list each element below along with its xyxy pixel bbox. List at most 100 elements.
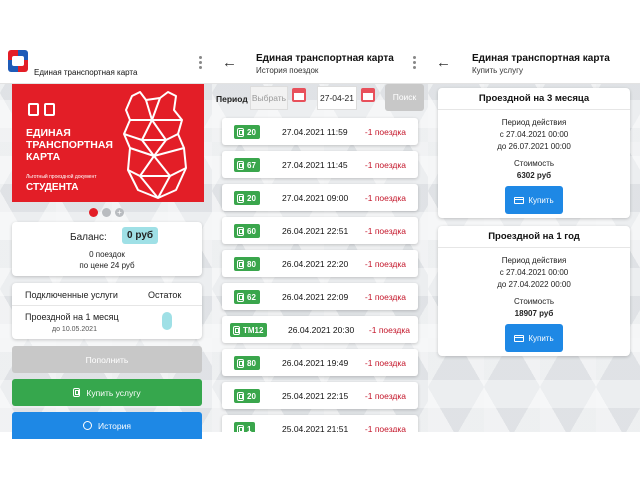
offer-card: Проездной на 1 год Период действия с 27.04… (438, 226, 630, 356)
trip-row[interactable]: ТМ12 26.04.2021 20:30 -1 поездка (222, 316, 418, 343)
buy-button[interactable]: Купить (505, 186, 563, 214)
transport-card[interactable]: ЕДИНАЯ ТРАНСПОРТНАЯ КАРТА Льготный проез… (12, 84, 204, 202)
trip-count: -1 поездка (364, 127, 406, 137)
trip-row[interactable]: 20 27.04.2021 09:00 -1 поездка (222, 184, 418, 211)
trip-row[interactable]: 80 26.04.2021 22:20 -1 поездка (222, 250, 418, 277)
period-filter: Период Выбрать 27-04-21 Поиск (212, 84, 428, 112)
trip-datetime: 26.04.2021 19:49 (282, 358, 349, 368)
tram-icon (44, 103, 55, 116)
bus-icon (28, 103, 39, 116)
calendar-icon[interactable] (292, 88, 306, 102)
bus-icon (237, 358, 244, 368)
pager-dot[interactable] (102, 208, 111, 217)
period-to: до 26.07.2021 00:00 (497, 142, 571, 151)
route-badge: 80 (234, 257, 260, 271)
route-number: 80 (247, 259, 256, 269)
trip-price: по цене 24 руб (79, 261, 135, 270)
services-header: Подключенные услуги (25, 290, 118, 300)
trip-count: -1 поездка (364, 160, 406, 170)
card-title-line1: ЕДИНАЯ (26, 127, 71, 139)
period-label: Период действия (501, 256, 567, 265)
history-subtitle: История поездок (256, 66, 319, 75)
history-icon (83, 421, 93, 430)
buy-label: Купить (528, 333, 554, 343)
trip-datetime: 27.04.2021 11:45 (282, 160, 348, 170)
date-from-input[interactable]: Выбрать (250, 86, 288, 110)
bus-icon (73, 388, 81, 397)
trip-row[interactable]: 62 26.04.2021 22:09 -1 поездка (222, 283, 418, 310)
route-badge: 20 (234, 191, 260, 205)
trip-datetime: 26.04.2021 22:20 (282, 259, 349, 269)
bus-icon (237, 259, 244, 269)
balance-panel: Баланс: 0 руб 0 поездок по цене 24 руб (12, 222, 202, 276)
credit-card-icon (514, 196, 525, 204)
offer-title: Проездной на 3 месяца (438, 88, 630, 110)
date-to-input[interactable]: 27-04-21 (317, 86, 357, 110)
cost-label: Стоимость (513, 297, 555, 306)
back-arrow-icon[interactable]: ← (436, 55, 451, 70)
route-badge: ТМ12 (230, 323, 268, 337)
pager-dot-active[interactable] (89, 208, 98, 217)
search-button[interactable]: Поиск (385, 84, 424, 111)
route-badge: 62 (234, 290, 260, 304)
buy-subtitle: Купить услугу (472, 66, 524, 75)
card-title-line2: ТРАНСПОРТНАЯ (26, 139, 113, 151)
trip-row[interactable]: 1 25.04.2021 21:51 -1 поездка (222, 415, 418, 432)
trip-datetime: 26.04.2021 22:09 (282, 292, 349, 302)
trip-row[interactable]: 20 25.04.2021 22:15 -1 поездка (222, 382, 418, 409)
buy-service-button[interactable]: Купить услугу (12, 379, 202, 406)
trip-count: -1 поездка (364, 259, 406, 269)
trip-datetime: 26.04.2021 22:51 (282, 226, 349, 236)
remainder-header: Остаток (148, 290, 182, 300)
buy-header: ← Единая транспортная карта Купить услуг… (428, 44, 640, 84)
route-number: 60 (247, 226, 256, 236)
trip-datetime: 27.04.2021 09:00 (282, 193, 349, 203)
more-menu-icon[interactable] (413, 56, 417, 71)
bus-icon (237, 193, 244, 203)
bear-logo-icon (123, 91, 187, 199)
trip-count: -1 поездка (364, 358, 406, 368)
card-doc-label: Льготный проездной документ (26, 174, 97, 180)
back-arrow-icon[interactable]: ← (222, 55, 237, 70)
divider (12, 305, 202, 306)
add-card-icon[interactable]: + (115, 208, 124, 217)
trip-row[interactable]: 60 26.04.2021 22:51 -1 поездка (222, 217, 418, 244)
offer-price: 6302 руб (516, 171, 552, 180)
service-until: до 10.05.2021 (52, 326, 97, 333)
trip-row[interactable]: 67 27.04.2021 11:45 -1 поездка (222, 151, 418, 178)
route-number: ТМ12 (243, 325, 264, 335)
trip-row[interactable]: 80 26.04.2021 19:49 -1 поездка (222, 349, 418, 376)
route-badge: 60 (234, 224, 260, 238)
trip-count: -1 поездка (368, 325, 410, 335)
balance-value: 0 руб (122, 227, 159, 244)
trip-list: 20 27.04.2021 11:59 -1 поездка 67 27.04.2021… (212, 114, 428, 432)
bus-icon (237, 391, 244, 401)
bus-icon (237, 226, 244, 236)
trip-row[interactable]: 20 27.04.2021 11:59 -1 поездка (222, 118, 418, 145)
trip-count: -1 поездка (364, 292, 406, 302)
offer-price: 18907 руб (514, 309, 554, 318)
topup-label: Пополнить (85, 354, 129, 365)
trip-count: -1 поездка (364, 193, 406, 203)
route-badge: 67 (234, 158, 260, 172)
route-number: 20 (247, 193, 256, 203)
main-header: Единая транспортная карта (0, 44, 212, 84)
more-menu-icon[interactable] (199, 56, 203, 71)
calendar-icon[interactable] (361, 88, 375, 102)
trip-datetime: 25.04.2021 22:15 (282, 391, 349, 401)
history-button[interactable]: История (12, 412, 202, 439)
offer-title: Проездной на 1 год (438, 226, 630, 248)
period-label: Период (216, 94, 248, 104)
trip-count: -1 поездка (364, 391, 406, 401)
trip-datetime: 25.04.2021 21:51 (282, 424, 349, 432)
route-number: 20 (247, 127, 256, 137)
offer-card: Проездной на 3 месяца Период действия с 27… (438, 88, 630, 218)
period-to: до 27.04.2022 00:00 (497, 280, 571, 289)
buy-button[interactable]: Купить (505, 324, 563, 352)
period-from: с 27.04.2021 00:00 (499, 268, 569, 277)
bus-icon (237, 127, 244, 137)
services-panel: Подключенные услуги Остаток Проездной на… (12, 283, 202, 339)
topup-button[interactable]: Пополнить (12, 346, 202, 373)
bus-icon (237, 160, 244, 170)
trip-count: -1 поездка (364, 226, 406, 236)
